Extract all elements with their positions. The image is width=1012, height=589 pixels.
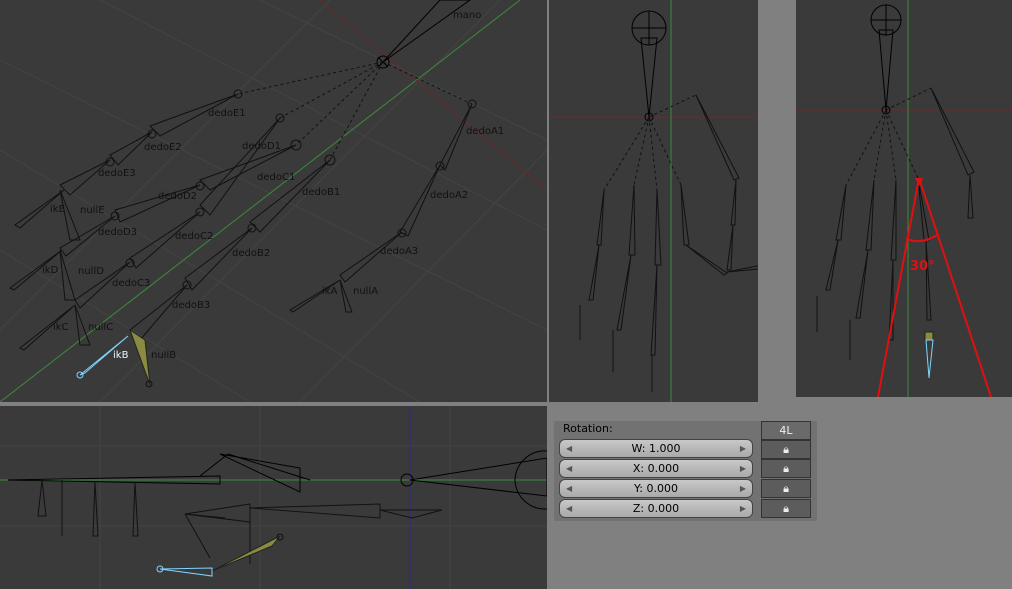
lock-x-button[interactable]: 🔒︎ bbox=[761, 459, 811, 478]
label-dedoD2: dedoD2 bbox=[158, 191, 197, 202]
label-dedoA1: dedoA1 bbox=[466, 126, 504, 137]
decrement-arrow-icon[interactable]: ◀ bbox=[566, 440, 572, 457]
label-dedoE2: dedoE2 bbox=[144, 142, 182, 153]
lock-icon: 🔒︎ bbox=[783, 443, 789, 456]
layer-4l-button[interactable]: 4L bbox=[761, 421, 811, 440]
top-viewport[interactable] bbox=[0, 406, 547, 589]
front-armature bbox=[549, 0, 758, 402]
increment-arrow-icon[interactable]: ▶ bbox=[740, 440, 746, 457]
front-viewport[interactable] bbox=[549, 0, 758, 402]
rotation-z-field[interactable]: ◀ Z: 0.000 ▶ bbox=[559, 499, 753, 518]
label-dedoB3: dedoB3 bbox=[172, 300, 210, 311]
label-dedoA2: dedoA2 bbox=[430, 190, 468, 201]
top-armature bbox=[0, 406, 547, 589]
lock-y-button[interactable]: 🔒︎ bbox=[761, 479, 811, 498]
increment-arrow-icon[interactable]: ▶ bbox=[740, 500, 746, 517]
lock-w-button[interactable]: 🔒︎ bbox=[761, 440, 811, 459]
lock-z-button[interactable]: 🔒︎ bbox=[761, 499, 811, 518]
decrement-arrow-icon[interactable]: ◀ bbox=[566, 460, 572, 477]
label-ikE: ikE bbox=[50, 204, 65, 215]
angle-armature: 30° bbox=[796, 0, 1012, 397]
lock-icon: 🔒︎ bbox=[783, 502, 789, 515]
lock-icon: 🔒︎ bbox=[783, 462, 789, 475]
label-ikD: ikD bbox=[42, 265, 59, 276]
perspective-viewport[interactable]: mano dedoE1 dedoE2 dedoE3 ikE nullE dedo… bbox=[0, 0, 547, 402]
lock-icon: 🔒︎ bbox=[783, 482, 789, 495]
label-ikC: ikC bbox=[53, 322, 69, 333]
rotation-y-field[interactable]: ◀ Y: 0.000 ▶ bbox=[559, 479, 753, 498]
label-nullA: nullA bbox=[353, 286, 378, 297]
label-dedoE3: dedoE3 bbox=[98, 168, 136, 179]
label-nullB: nullB bbox=[151, 350, 176, 361]
perspective-armature: mano dedoE1 dedoE2 dedoE3 ikE nullE dedo… bbox=[0, 0, 547, 402]
decrement-arrow-icon[interactable]: ◀ bbox=[566, 480, 572, 497]
label-ikA: ikA bbox=[322, 286, 338, 297]
label-nullC: nullC bbox=[88, 322, 113, 333]
label-dedoD1: dedoD1 bbox=[242, 141, 281, 152]
label-dedoC1: dedoC1 bbox=[257, 172, 295, 183]
increment-arrow-icon[interactable]: ▶ bbox=[740, 460, 746, 477]
label-mano: mano bbox=[453, 10, 481, 21]
decrement-arrow-icon[interactable]: ◀ bbox=[566, 500, 572, 517]
rotation-w-field[interactable]: ◀ W: 1.000 ▶ bbox=[559, 439, 753, 458]
label-dedoC3: dedoC3 bbox=[112, 278, 150, 289]
label-dedoA3: dedoA3 bbox=[380, 246, 418, 257]
label-ikB: ikB bbox=[113, 350, 129, 361]
rotation-x-field[interactable]: ◀ X: 0.000 ▶ bbox=[559, 459, 753, 478]
label-dedoD3: dedoD3 bbox=[98, 227, 137, 238]
label-dedoB1: dedoB1 bbox=[302, 187, 340, 198]
increment-arrow-icon[interactable]: ▶ bbox=[740, 480, 746, 497]
angle-viewport[interactable]: 30° bbox=[796, 0, 1012, 397]
label-nullE: nullE bbox=[80, 205, 105, 216]
rotation-panel: Rotation: ◀ W: 1.000 ▶ ◀ X: 0.000 ▶ ◀ Y:… bbox=[554, 421, 817, 521]
label-dedoB2: dedoB2 bbox=[232, 248, 270, 259]
label-dedoE1: dedoE1 bbox=[208, 108, 246, 119]
rotation-title: Rotation: bbox=[563, 422, 613, 435]
label-nullD: nullD bbox=[78, 266, 104, 277]
label-dedoC2: dedoC2 bbox=[175, 231, 213, 242]
angle-label: 30° bbox=[910, 259, 935, 274]
